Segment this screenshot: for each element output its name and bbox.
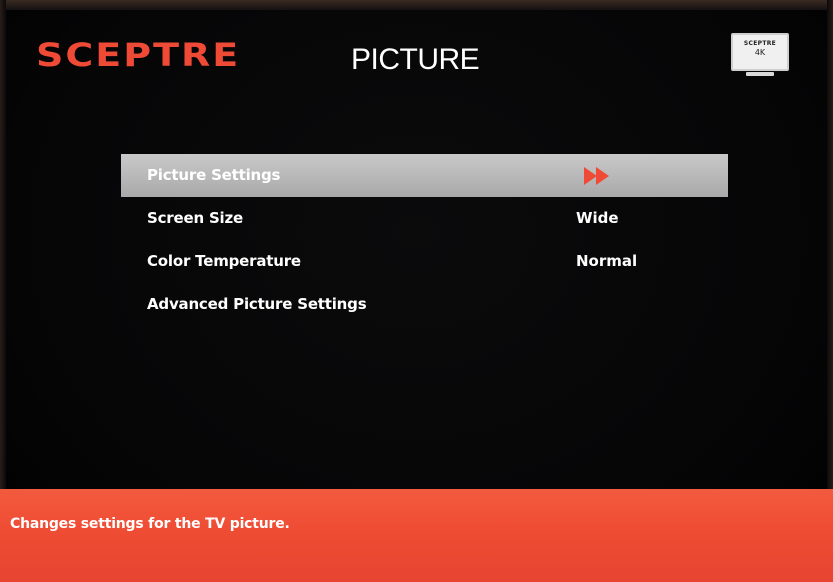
menu-item-value: Wide [576,209,619,227]
tv-icon-stand [746,72,774,76]
tv-screen: SCEPTRE PICTURE SCEPTRE 4K Picture Setti… [0,0,833,582]
menu-item-label: Advanced Picture Settings [147,295,367,313]
menu-item-value: Normal [576,252,638,270]
menu-item-label: Color Temperature [147,252,301,270]
double-arrow-right-icon [584,167,609,185]
menu-item-advanced-picture-settings[interactable]: Advanced Picture Settings [121,283,728,326]
help-bar: Changes settings for the TV picture. [0,489,833,582]
tv-4k-icon: SCEPTRE 4K [731,33,789,71]
brand-logo: SCEPTRE [36,36,241,74]
menu-item-label: Picture Settings [147,166,281,184]
menu-item-picture-settings[interactable]: Picture Settings [121,154,728,197]
menu-item-color-temperature[interactable]: Color Temperature Normal [121,240,728,283]
help-text: Changes settings for the TV picture. [10,516,290,532]
menu-item-label: Screen Size [147,209,243,227]
tv-icon-brand: SCEPTRE [743,40,777,47]
tv-icon-resolution: 4K [754,48,766,57]
page-title: PICTURE [351,43,480,76]
menu-item-screen-size[interactable]: Screen Size Wide [121,197,728,240]
top-bezel [0,0,833,10]
picture-menu: Picture Settings Screen Size Wide Color … [121,154,728,326]
